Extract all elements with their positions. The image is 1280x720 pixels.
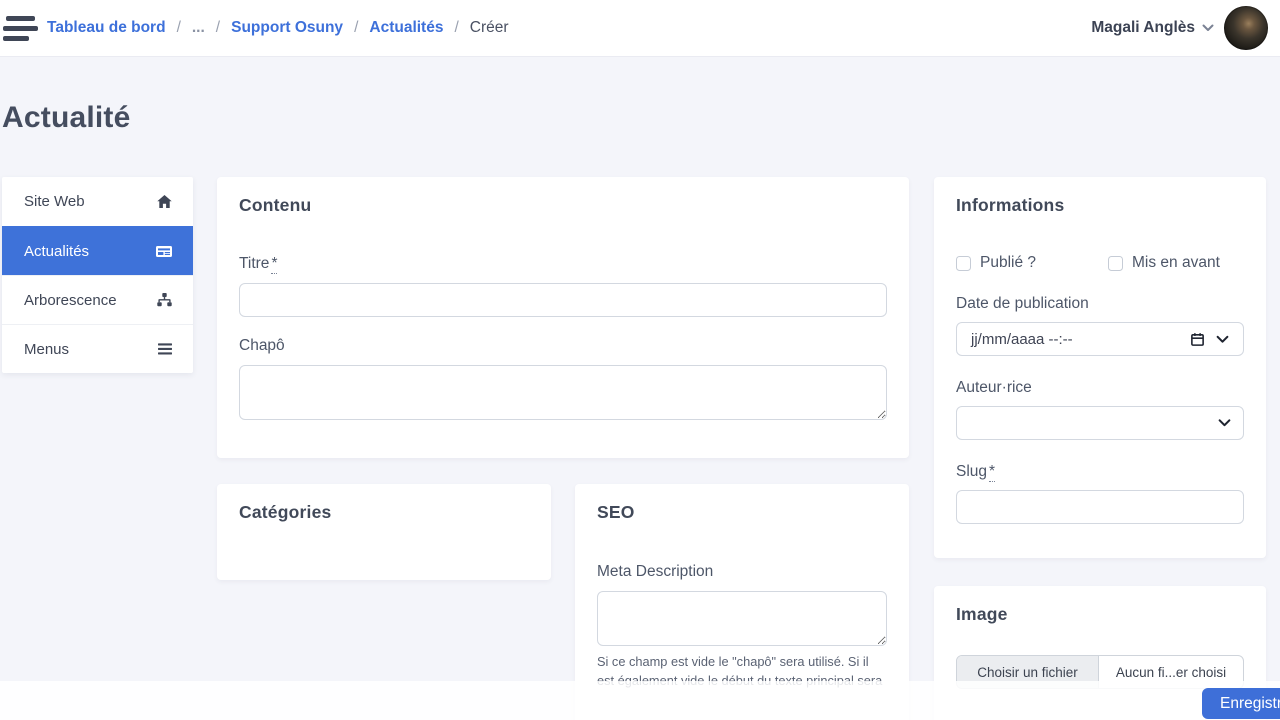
informations-card-title: Informations — [956, 195, 1244, 216]
sidebar-item-label: Menus — [24, 341, 69, 358]
breadcrumb-separator: / — [354, 19, 358, 37]
sidebar: Site Web Actualités Arborescence Menus — [2, 177, 193, 373]
user-menu-trigger[interactable]: Magali Anglès — [1091, 19, 1214, 37]
image-card-title: Image — [956, 604, 1244, 625]
chapo-label: Chapô — [239, 337, 887, 355]
sidebar-item-site-web[interactable]: Site Web — [2, 177, 193, 226]
chapo-textarea[interactable] — [239, 365, 887, 420]
slug-input[interactable] — [956, 490, 1244, 524]
breadcrumb-current-creer: Créer — [470, 19, 509, 37]
meta-description-textarea[interactable] — [597, 591, 887, 646]
sidebar-item-arborescence[interactable]: Arborescence — [2, 275, 193, 324]
sidebar-item-label: Site Web — [24, 193, 85, 210]
menu-icon[interactable] — [2, 16, 39, 41]
publie-checkbox[interactable] — [956, 256, 971, 271]
contenu-card: Contenu Titre* Chapô — [217, 177, 909, 458]
required-asterisk: * — [989, 463, 995, 482]
titre-input[interactable] — [239, 283, 887, 317]
publish-options-row: Publié ? Mis en avant — [956, 254, 1244, 272]
page-title: Actualité — [2, 101, 131, 135]
mis-en-avant-label: Mis en avant — [1132, 254, 1220, 272]
breadcrumb-support-osuny[interactable]: Support Osuny — [231, 19, 343, 37]
sidebar-item-label: Arborescence — [24, 292, 117, 309]
meta-description-label: Meta Description — [597, 563, 887, 581]
menu-lines-icon — [157, 342, 173, 356]
footer-save-bar: Enregistrer — [0, 681, 1280, 720]
sidebar-item-label: Actualités — [24, 243, 89, 260]
date-publication-label: Date de publication — [956, 295, 1244, 313]
chevron-down-icon — [1202, 24, 1214, 32]
publie-check-group: Publié ? — [956, 254, 1036, 272]
chevron-down-icon[interactable] — [1216, 335, 1229, 344]
user-menu: Magali Anglès — [1091, 0, 1268, 56]
avatar[interactable] — [1224, 6, 1268, 50]
breadcrumb-separator: / — [177, 19, 181, 37]
sitemap-icon — [156, 292, 173, 308]
mis-en-avant-check-group: Mis en avant — [1108, 254, 1220, 272]
calendar-icon[interactable] — [1190, 332, 1205, 347]
auteur-select[interactable] — [956, 406, 1244, 440]
breadcrumb-separator: / — [216, 19, 220, 37]
mis-en-avant-checkbox[interactable] — [1108, 256, 1123, 271]
date-placeholder: jj/mm/aaaa --:-- — [971, 331, 1190, 348]
top-bar: Tableau de bord / ... / Support Osuny / … — [0, 0, 1280, 57]
breadcrumb: Tableau de bord / ... / Support Osuny / … — [47, 0, 509, 56]
home-icon — [156, 194, 173, 210]
newspaper-icon — [155, 244, 173, 259]
categories-card: Catégories — [217, 484, 551, 580]
publie-label: Publié ? — [980, 254, 1036, 272]
save-button[interactable]: Enregistrer — [1202, 688, 1280, 719]
slug-label: Slug* — [956, 463, 1244, 481]
breadcrumb-ellipsis[interactable]: ... — [192, 19, 205, 37]
breadcrumb-separator: / — [454, 19, 458, 37]
categories-card-title: Catégories — [239, 502, 529, 523]
titre-label: Titre* — [239, 255, 887, 273]
auteur-label: Auteur·rice — [956, 379, 1244, 397]
breadcrumb-actualites[interactable]: Actualités — [369, 19, 443, 37]
contenu-card-title: Contenu — [239, 195, 887, 216]
sidebar-item-menus[interactable]: Menus — [2, 324, 193, 373]
user-name-label: Magali Anglès — [1091, 19, 1195, 37]
sidebar-item-actualites[interactable]: Actualités — [2, 226, 193, 275]
seo-card-title: SEO — [597, 502, 887, 523]
breadcrumb-dashboard[interactable]: Tableau de bord — [47, 19, 166, 37]
date-publication-input[interactable]: jj/mm/aaaa --:-- — [956, 322, 1244, 356]
auteur-select-wrap — [956, 406, 1244, 440]
required-asterisk: * — [271, 255, 277, 274]
informations-card: Informations Publié ? Mis en avant Date … — [934, 177, 1266, 558]
